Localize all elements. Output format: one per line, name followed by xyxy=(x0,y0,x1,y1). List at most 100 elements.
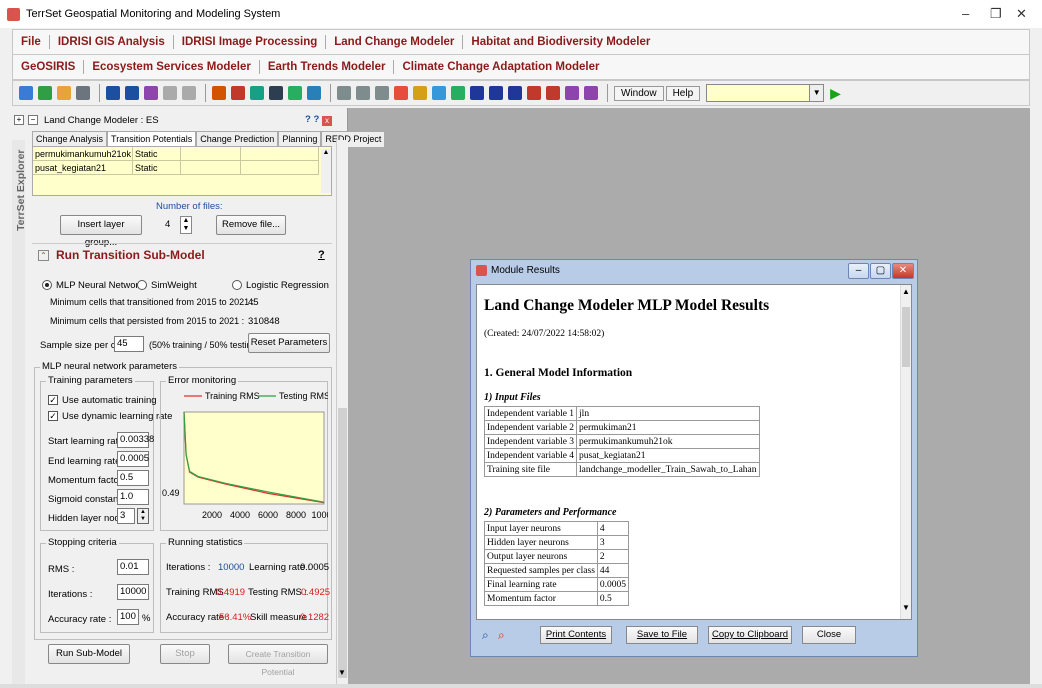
radio-logistic[interactable]: Logistic Regression xyxy=(232,280,329,291)
grid-icon[interactable] xyxy=(508,86,522,100)
close-button[interactable]: Close xyxy=(802,626,856,644)
scroll-down-icon[interactable]: ▼ xyxy=(902,603,910,612)
auto-training-checkbox[interactable]: ✓ Use automatic training xyxy=(48,395,157,406)
route-icon[interactable] xyxy=(375,86,389,100)
hidden-nodes-input[interactable]: 3 xyxy=(117,508,135,524)
zoom-in-icon[interactable]: ⌕ xyxy=(482,628,489,643)
info-icon[interactable] xyxy=(269,86,283,100)
model-icon[interactable] xyxy=(584,86,598,100)
menu-geosiris[interactable]: GeOSIRIS xyxy=(13,60,85,74)
gps-icon[interactable] xyxy=(394,86,408,100)
menu-idrisi-image[interactable]: IDRISI Image Processing xyxy=(174,35,327,49)
scale-icon[interactable] xyxy=(356,86,370,100)
start-rate-input[interactable]: 0.00338 xyxy=(117,432,154,448)
chart-icon[interactable] xyxy=(413,86,427,100)
zoom-out-icon[interactable]: ⌕ xyxy=(498,628,505,643)
tab-transition-potentials[interactable]: Transition Potentials xyxy=(107,131,197,147)
menu-climate[interactable]: Climate Change Adaptation Modeler xyxy=(394,60,607,74)
window-button[interactable]: Window xyxy=(614,85,664,101)
collapse-section-icon[interactable]: ⌃ xyxy=(38,250,49,261)
scroll-up-icon[interactable]: ▲ xyxy=(902,287,910,296)
query-icon[interactable] xyxy=(144,86,158,100)
tab-change-prediction[interactable]: Change Prediction xyxy=(196,131,279,147)
palette-icon[interactable] xyxy=(546,86,560,100)
remove-file-button[interactable]: Remove file... xyxy=(216,215,286,235)
raster-icon[interactable] xyxy=(288,86,302,100)
menu-habitat[interactable]: Habitat and Biodiversity Modeler xyxy=(463,35,658,49)
tab-change-analysis[interactable]: Change Analysis xyxy=(32,131,108,147)
color-icon[interactable] xyxy=(527,86,541,100)
save-to-file-button[interactable]: Save to File xyxy=(626,626,698,644)
dialog-close-button[interactable]: ✕ xyxy=(892,263,914,279)
table-row[interactable]: pusat_kegiatan21 Static xyxy=(33,161,331,175)
help-icon[interactable]: ? ? xyxy=(305,114,319,125)
copy-to-clipboard-button[interactable]: Copy to Clipboard xyxy=(708,626,792,644)
menu-ecosystem[interactable]: Ecosystem Services Modeler xyxy=(84,60,260,74)
end-rate-input[interactable]: 0.0005 xyxy=(117,451,149,467)
check-icon[interactable]: ✓ xyxy=(48,411,58,422)
table-icon[interactable] xyxy=(489,86,503,100)
close-panel-icon[interactable]: x xyxy=(322,116,332,126)
radio-simweight[interactable]: SimWeight xyxy=(137,280,197,291)
distance-icon[interactable] xyxy=(250,86,264,100)
open-icon[interactable] xyxy=(19,86,33,100)
toolbar-combo[interactable]: ▼ xyxy=(706,84,825,102)
reclass-icon[interactable] xyxy=(212,86,226,100)
table-row[interactable]: permukimankumuh21ok Static xyxy=(33,147,331,161)
play-icon[interactable]: ▶ xyxy=(830,85,841,102)
chevron-down-icon[interactable]: ▼ xyxy=(809,85,824,101)
zoom-icon[interactable] xyxy=(106,86,120,100)
save-icon[interactable] xyxy=(470,86,484,100)
explorer-tab[interactable]: TerrSet Explorer xyxy=(12,140,27,684)
file-count-stepper[interactable]: ▲ ▼ xyxy=(180,216,192,234)
measure-icon[interactable] xyxy=(163,86,177,100)
report-scrollbar[interactable]: ▲ ▼ xyxy=(900,285,911,619)
macro-icon[interactable] xyxy=(565,86,579,100)
stop-button[interactable]: Stop xyxy=(160,644,210,664)
expand-panel-icon[interactable]: + xyxy=(14,115,24,125)
tab-planning[interactable]: Planning xyxy=(278,131,322,147)
minimize-button[interactable]: – xyxy=(962,6,969,21)
run-submodel-button[interactable]: Run Sub-Model xyxy=(48,644,130,664)
insert-layer-group-button[interactable]: Insert layer group... xyxy=(60,215,142,248)
radio-icon[interactable] xyxy=(137,280,147,291)
display-icon[interactable] xyxy=(38,86,52,100)
dynamic-rate-checkbox[interactable]: ✓ Use dynamic learning rate xyxy=(48,411,172,422)
tab-redd-project[interactable]: REDD Project xyxy=(321,131,386,147)
print-contents-button[interactable]: Print Contents xyxy=(540,626,612,644)
scroll-down-icon[interactable]: ▼ xyxy=(338,668,346,677)
dialog-maximize-button[interactable]: ▢ xyxy=(870,263,891,279)
pan-icon[interactable] xyxy=(125,86,139,100)
iterations-input[interactable]: 10000 xyxy=(117,584,149,600)
radio-mlp[interactable]: MLP Neural Network xyxy=(42,280,143,291)
scroll-thumb[interactable] xyxy=(902,307,910,367)
layers-icon[interactable] xyxy=(76,86,90,100)
scroll-thumb[interactable] xyxy=(338,408,347,678)
close-button[interactable]: ✕ xyxy=(1016,6,1027,22)
report-content[interactable]: Land Change Modeler MLP Model Results (C… xyxy=(476,284,912,620)
accuracy-input[interactable]: 100 xyxy=(117,609,139,625)
help-icon[interactable]: ? xyxy=(318,249,325,261)
check-icon[interactable]: ✓ xyxy=(48,395,58,406)
sigmoid-input[interactable]: 1.0 xyxy=(117,489,149,505)
radio-icon[interactable] xyxy=(232,280,242,291)
collapse-panel-icon[interactable]: − xyxy=(28,115,38,125)
overlay-icon[interactable] xyxy=(231,86,245,100)
sample-size-input[interactable]: 45 xyxy=(114,336,144,352)
momentum-input[interactable]: 0.5 xyxy=(117,470,149,486)
composer-icon[interactable] xyxy=(57,86,71,100)
menu-land-change[interactable]: Land Change Modeler xyxy=(326,35,464,49)
menu-file[interactable]: File xyxy=(13,35,50,49)
create-transition-potential-button[interactable]: Create Transition Potential xyxy=(228,644,328,677)
terrain-icon[interactable] xyxy=(451,86,465,100)
hidden-nodes-stepper[interactable]: ▲ ▼ xyxy=(137,508,149,524)
panel-scrollbar[interactable]: ▼ xyxy=(336,140,348,684)
file-grid[interactable]: permukimankumuh21ok Static pusat_kegiata… xyxy=(32,146,332,196)
wave-icon[interactable] xyxy=(432,86,446,100)
target-icon[interactable] xyxy=(307,86,321,100)
help-button[interactable]: Help xyxy=(665,85,701,101)
menu-earth-trends[interactable]: Earth Trends Modeler xyxy=(260,60,395,74)
dialog-minimize-button[interactable]: – xyxy=(848,263,869,279)
digitize-icon[interactable] xyxy=(182,86,196,100)
radio-selected-icon[interactable] xyxy=(42,280,52,291)
